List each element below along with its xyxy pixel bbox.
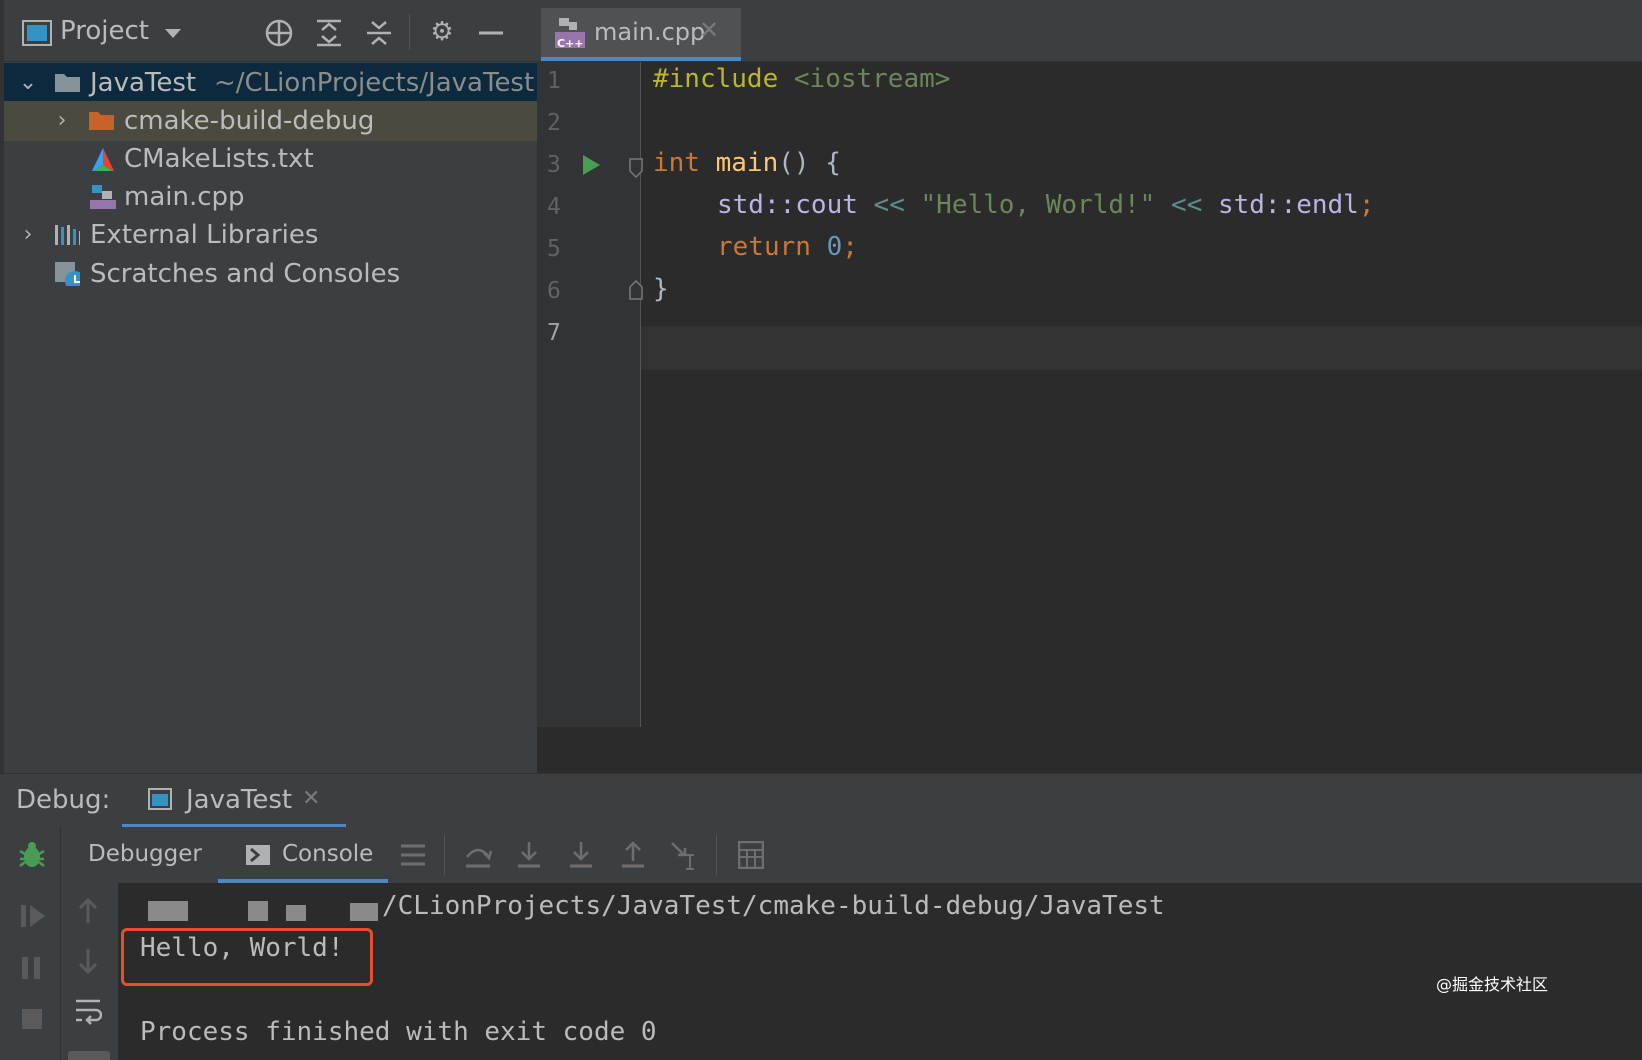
force-step-into-icon[interactable]	[568, 841, 594, 869]
tree-item-external-libraries[interactable]: › External Libraries	[4, 215, 537, 255]
line-number: 3	[547, 152, 561, 178]
line-number: 5	[547, 236, 561, 262]
tree-item-label: JavaTest	[90, 68, 197, 98]
console-output[interactable]: /CLionProjects/JavaTest/cmake-build-debu…	[118, 883, 1642, 1060]
chevron-down-icon[interactable]	[164, 28, 182, 40]
console-exit-line: Process finished with exit code 0	[140, 1017, 657, 1047]
expand-all-icon[interactable]	[314, 18, 344, 48]
editor-gutter: 1 2 3 4 5 6 7	[537, 62, 643, 727]
step-into-icon[interactable]	[516, 841, 542, 869]
locate-icon[interactable]	[264, 18, 294, 48]
redacted-block	[286, 905, 306, 921]
tree-item-label: main.cpp	[124, 182, 245, 212]
code-line-6: }	[653, 274, 669, 304]
line-number: 6	[547, 278, 561, 304]
folder-icon	[55, 74, 80, 92]
tab-debugger[interactable]: Debugger	[88, 841, 202, 867]
code-line-3: int main() {	[653, 148, 841, 178]
resume-icon[interactable]	[20, 903, 46, 929]
tab-label: main.cpp	[594, 18, 706, 46]
hide-icon[interactable]	[476, 18, 506, 48]
current-line-highlight	[641, 326, 1642, 370]
debug-session-tab[interactable]: JavaTest ✕	[122, 774, 346, 828]
library-icon	[55, 225, 80, 245]
stop-icon[interactable]	[20, 1007, 44, 1031]
pause-icon[interactable]	[20, 955, 42, 981]
divider	[60, 827, 61, 883]
code-line-4: std::cout << "Hello, World!" << std::end…	[717, 190, 1375, 220]
tree-item-cmake-build-debug[interactable]: › cmake-build-debug	[4, 101, 537, 141]
chevron-right-icon[interactable]: ›	[18, 215, 38, 255]
collapse-all-icon[interactable]	[364, 18, 394, 48]
chevron-down-icon[interactable]: ⌄	[18, 63, 38, 103]
tree-item-label: Scratches and Consoles	[90, 259, 401, 289]
line-number: 1	[547, 68, 561, 94]
tree-item-javatest[interactable]: ⌄ JavaTest ~/CLionProjects/JavaTest	[4, 63, 537, 103]
fold-icon[interactable]	[629, 158, 643, 178]
evaluate-expression-icon[interactable]	[738, 841, 764, 869]
divider	[60, 883, 61, 1060]
tree-item-cmakelists[interactable]: CMakeLists.txt	[4, 139, 537, 179]
code-line-1: #include <iostream>	[653, 64, 951, 94]
cpp-file-icon	[90, 185, 116, 209]
console-path-line: /CLionProjects/JavaTest/cmake-build-debu…	[382, 891, 1165, 921]
fold-end-icon[interactable]	[629, 280, 643, 300]
highlight-box	[121, 928, 373, 986]
tree-item-label: CMakeLists.txt	[124, 144, 314, 174]
redacted-block	[350, 903, 378, 921]
line-number: 2	[547, 110, 561, 136]
folder-icon	[89, 112, 114, 130]
cmake-icon	[91, 148, 115, 171]
debug-tool-window-header: Debug: JavaTest ✕	[0, 773, 1642, 828]
tree-item-label: cmake-build-debug	[124, 106, 375, 136]
project-view-title[interactable]: Project	[60, 16, 149, 46]
code-editor[interactable]: 1 2 3 4 5 6 7 #include <iostream> int ma…	[537, 62, 1642, 773]
run-to-cursor-icon[interactable]	[670, 841, 700, 871]
step-out-icon[interactable]	[620, 841, 646, 869]
tree-item-path: ~/CLionProjects/JavaTest	[214, 68, 535, 98]
run-icon[interactable]	[581, 154, 601, 176]
scroll-to-end-button[interactable]	[68, 1051, 110, 1060]
project-tool-window: Project ⚙ ⌄ JavaTest ~/CLionProjects/Jav…	[0, 0, 537, 773]
tree-item-label: External Libraries	[90, 220, 319, 250]
chevron-right-icon[interactable]: ›	[52, 101, 72, 141]
step-over-icon[interactable]	[464, 841, 492, 869]
tree-item-main-cpp[interactable]: main.cpp	[4, 177, 537, 217]
gear-icon[interactable]: ⚙	[426, 16, 458, 48]
arrow-down-icon[interactable]	[76, 947, 100, 975]
close-icon[interactable]: ✕	[699, 16, 719, 44]
tab-console-label: Console	[282, 841, 374, 867]
debug-side-toolbar	[0, 883, 118, 1060]
bug-icon	[19, 842, 45, 867]
project-view-icon	[22, 20, 52, 46]
divider	[444, 835, 445, 875]
line-number: 4	[547, 194, 561, 220]
project-header: Project ⚙	[4, 0, 537, 62]
console-icon	[246, 845, 270, 865]
debug-label: Debug:	[16, 785, 111, 815]
watermark: @掘金技术社区	[1436, 975, 1549, 994]
redacted-block	[148, 901, 188, 921]
menu-icon[interactable]	[400, 843, 426, 867]
editor-tab-bar: C++ main.cpp ✕	[537, 0, 1642, 62]
divider	[716, 835, 717, 875]
tab-file-badge: C++	[557, 37, 584, 50]
debug-toolbar: Debugger Console	[0, 827, 1642, 884]
tab-main-cpp[interactable]: C++ main.cpp ✕	[541, 8, 741, 61]
redacted-block	[248, 901, 268, 921]
tab-console[interactable]: Console	[218, 827, 388, 883]
app-window-icon	[148, 788, 172, 810]
debug-session-label: JavaTest	[186, 785, 293, 815]
code-line-5: return 0;	[717, 232, 858, 262]
arrow-up-icon[interactable]	[76, 897, 100, 925]
toolbar-divider	[409, 14, 410, 50]
soft-wrap-icon[interactable]	[74, 997, 102, 1025]
tree-item-scratches[interactable]: Scratches and Consoles	[4, 254, 537, 294]
close-icon[interactable]: ✕	[302, 786, 320, 811]
scratches-icon	[55, 262, 80, 286]
line-number: 7	[547, 320, 561, 346]
